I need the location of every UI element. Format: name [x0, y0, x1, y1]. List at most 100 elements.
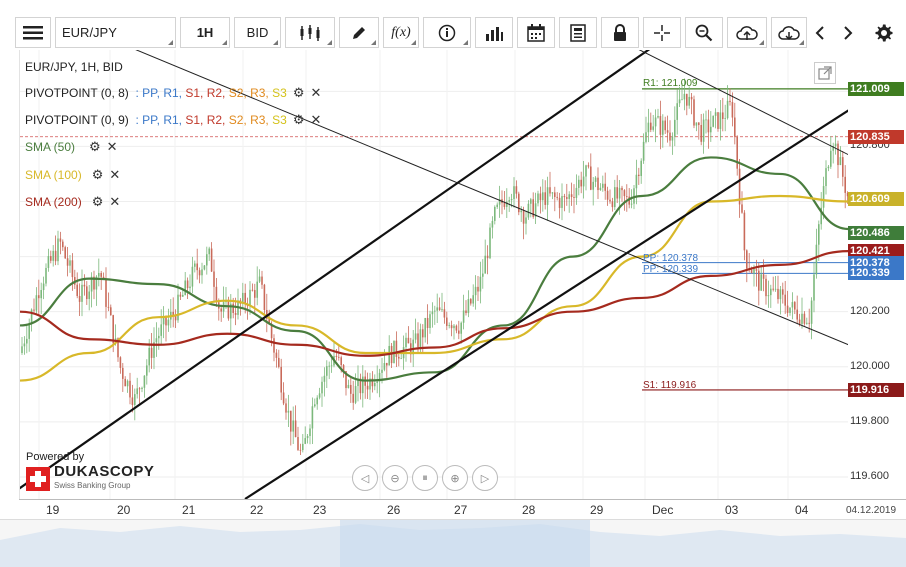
zoom-in-icon[interactable]: ⊕ [442, 465, 468, 491]
candle-body [35, 295, 38, 311]
candle-body [789, 307, 791, 313]
bar-chart-icon[interactable] [475, 17, 513, 48]
chevron-right-icon[interactable] [835, 17, 861, 48]
close-icon[interactable]: ✕ [109, 194, 120, 210]
candle-body [263, 284, 266, 310]
reset-view-icon[interactable]: ⏸ [412, 465, 438, 491]
toolbar: EUR/JPY 1H BID f(x) [0, 0, 906, 50]
candle-body [630, 203, 633, 205]
gear-icon[interactable]: ⚙ [92, 194, 104, 210]
candlestick-icon[interactable] [285, 17, 335, 48]
candle-body [690, 96, 693, 100]
candle-body [599, 187, 602, 191]
gear-icon[interactable]: ⚙ [92, 167, 104, 183]
candle-body [376, 381, 378, 383]
candle-body [515, 186, 518, 194]
gear-icon[interactable] [870, 17, 898, 48]
candle-body [438, 307, 441, 311]
candle-body [772, 288, 774, 290]
price-axis[interactable]: 121.000120.800120.600120.400120.200120.0… [848, 50, 906, 499]
candle-body [527, 203, 530, 218]
hamburger-icon[interactable] [15, 17, 51, 48]
candle-body [549, 187, 551, 194]
candle-body [198, 270, 201, 276]
gear-icon[interactable]: ⚙ [293, 112, 305, 128]
candle-body [491, 220, 494, 228]
candle-body [453, 325, 455, 329]
price-tag: 120.835 [848, 129, 904, 144]
expand-icon[interactable] [814, 62, 836, 84]
candle-body [813, 274, 815, 301]
s1-level-label: S1: 119.916 [643, 380, 697, 391]
candle-body [210, 248, 213, 272]
candle-body [105, 278, 107, 307]
candle-body [78, 296, 81, 302]
close-icon[interactable]: ✕ [107, 139, 118, 155]
candle-body [822, 186, 825, 208]
candle-body [323, 375, 326, 382]
dukascopy-logo[interactable]: DUKASCOPY Swiss Banking Group [26, 464, 154, 493]
close-icon[interactable]: ✕ [109, 167, 120, 183]
symbol-selector[interactable]: EUR/JPY [55, 17, 176, 48]
function-icon[interactable]: f(x) [383, 17, 419, 48]
candle-body [760, 274, 762, 291]
candle-body [66, 258, 69, 266]
candle-body [563, 196, 566, 198]
cloud-download-icon[interactable] [771, 17, 807, 48]
info-icon[interactable] [423, 17, 471, 48]
news-icon[interactable] [559, 17, 597, 48]
candle-body [652, 126, 654, 130]
calendar-icon[interactable] [517, 17, 555, 48]
scroll-left-icon[interactable]: ◁ [352, 465, 378, 491]
candle-body [554, 192, 556, 197]
candle-body [436, 307, 438, 311]
candle-body [42, 283, 45, 291]
pencil-icon[interactable] [339, 17, 379, 48]
candle-body [38, 295, 40, 299]
close-icon[interactable]: ✕ [310, 85, 321, 101]
navigator[interactable] [0, 519, 906, 567]
candle-body [842, 157, 844, 177]
close-icon[interactable]: ✕ [310, 112, 321, 128]
scroll-right-icon[interactable]: ▷ [472, 465, 498, 491]
candle-body [479, 276, 482, 292]
candle-body [587, 165, 590, 167]
time-tick-label: 23 [313, 503, 327, 517]
candle-body [249, 289, 251, 307]
candle-body [273, 338, 275, 353]
time-axis[interactable]: 19 20 21 22 23 26 27 28 29 Dec 03 04 [19, 499, 906, 519]
candle-body [395, 340, 398, 357]
cloud-upload-icon[interactable] [727, 17, 767, 48]
candle-body [314, 404, 316, 407]
zoom-out-icon[interactable]: ⊖ [382, 465, 408, 491]
candle-body [573, 196, 575, 198]
crosshair-icon[interactable] [643, 17, 681, 48]
time-tick-label: 27 [454, 503, 468, 517]
candle-body [590, 166, 592, 190]
candle-body [546, 187, 549, 205]
candle-body [767, 295, 770, 297]
chevron-left-icon[interactable] [807, 17, 833, 48]
candle-body [407, 337, 410, 344]
candle-body [155, 338, 158, 343]
gear-icon[interactable]: ⚙ [293, 85, 305, 101]
candle-body [676, 103, 678, 120]
candle-body [141, 387, 143, 389]
candle-body [26, 338, 28, 344]
candle-body [443, 309, 446, 318]
side-selector[interactable]: BID [234, 17, 281, 48]
candle-body [834, 143, 837, 147]
price-tag: 120.339 [848, 266, 904, 281]
candle-body [45, 267, 47, 284]
gear-icon[interactable]: ⚙ [89, 139, 101, 155]
sma-line-1 [20, 194, 848, 382]
lock-icon[interactable] [601, 17, 639, 48]
zoom-icon[interactable] [685, 17, 723, 48]
candle-body [148, 347, 150, 366]
candle-body [381, 369, 383, 373]
period-selector[interactable]: 1H [180, 17, 230, 48]
candle-body [112, 315, 114, 344]
candle-body [455, 325, 458, 331]
candle-body [717, 112, 719, 129]
candle-body [602, 183, 604, 188]
